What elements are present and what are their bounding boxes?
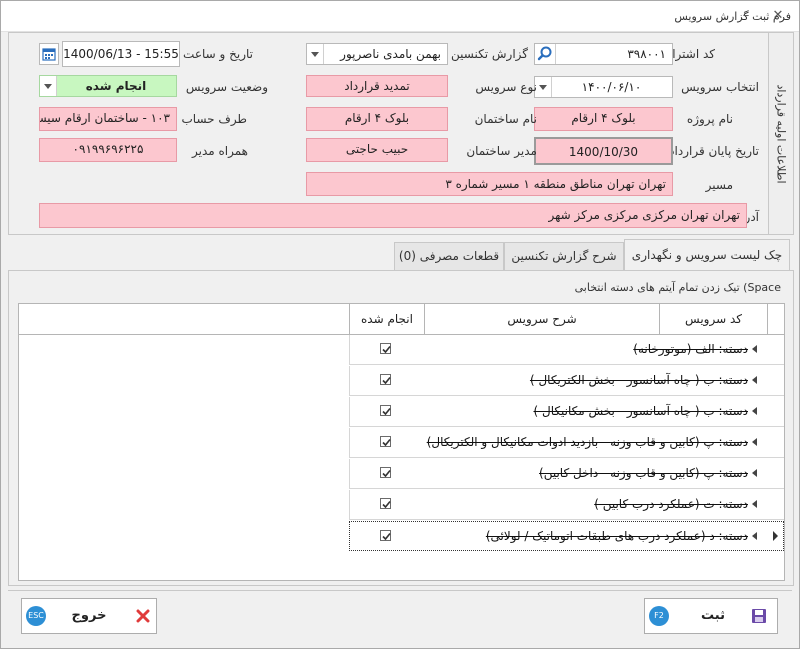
column-service-code[interactable]: کد سرویس bbox=[659, 304, 767, 334]
service-status-label: وضعیت سرویس bbox=[185, 80, 268, 94]
table-row[interactable]: دسته: ت (عملکرد درب کابین ) bbox=[349, 490, 784, 520]
panel-title: اطلاعات اولیه قرارداد bbox=[774, 83, 788, 184]
manager-phone-field[interactable]: ۰۹۱۹۹۶۹۶۲۲۵ bbox=[39, 138, 177, 162]
exit-label: خروج bbox=[71, 608, 107, 623]
building-name-label: نام ساختمان bbox=[474, 112, 537, 126]
tab-technician-description[interactable]: شرح گزارش تکنسین bbox=[504, 242, 624, 270]
calendar-icon[interactable] bbox=[39, 43, 59, 65]
panel-side-tab[interactable]: اطلاعات اولیه قرارداد bbox=[768, 33, 793, 234]
done-checkbox[interactable] bbox=[380, 405, 391, 416]
building-address-field[interactable]: تهران تهران مرکزی مرکزی مرکز شهر bbox=[39, 203, 747, 228]
service-checklist-grid: کد سرویس شرح سرویس انجام شده دسته: الف (… bbox=[18, 303, 785, 581]
chevron-down-icon[interactable] bbox=[307, 44, 324, 64]
done-checkbox[interactable] bbox=[380, 374, 391, 385]
minimize-icon[interactable]: – bbox=[739, 9, 753, 23]
contract-end-field[interactable]: 1400/10/30 bbox=[534, 137, 673, 165]
x-icon bbox=[136, 609, 150, 623]
building-manager-field[interactable]: حبیب حاجتی bbox=[306, 138, 448, 162]
exit-button[interactable]: ESC خروج bbox=[21, 598, 157, 634]
submit-button[interactable]: F2 ثبت bbox=[644, 598, 778, 634]
table-row[interactable]: دسته: ب ( چاه آسانسور - بخش الکتریکال ) bbox=[349, 366, 784, 396]
title-bar: فرم ثبت گزارش سرویس – ✕ bbox=[1, 1, 799, 32]
row-selector-header bbox=[767, 304, 784, 334]
done-checkbox[interactable] bbox=[380, 530, 391, 541]
chevron-down-icon[interactable] bbox=[40, 76, 57, 96]
technician-select[interactable]: بهمن بامدی ناصرپور bbox=[306, 43, 448, 65]
f2-key-badge: F2 bbox=[649, 606, 669, 626]
account-party-field[interactable]: ۱۰۳ - ساختمان ارقام سیستم bbox=[39, 107, 177, 131]
done-checkbox[interactable] bbox=[380, 343, 391, 354]
done-checkbox[interactable] bbox=[380, 436, 391, 447]
esc-key-badge: ESC bbox=[26, 606, 46, 626]
project-name-field[interactable]: بلوک ۴ ارقام bbox=[534, 107, 673, 131]
row-category-text: دسته: ب ( چاه آسانسور - بخش مکانیکال ) bbox=[533, 404, 748, 418]
expand-row-icon[interactable] bbox=[752, 376, 758, 384]
action-bar: F2 ثبت ESC خروج bbox=[8, 590, 792, 643]
service-status-select[interactable]: انجام شده bbox=[39, 75, 177, 97]
tab-bar: چک لیست سرویس و نگهداری شرح گزارش تکنسین… bbox=[8, 239, 792, 271]
route-field[interactable]: تهران تهران مناطق منطقه ۱ مسیر شماره ۳ bbox=[306, 172, 673, 196]
search-icon[interactable] bbox=[535, 44, 556, 64]
table-row[interactable]: دسته: الف (موتورخانه) bbox=[349, 335, 784, 365]
expand-row-icon[interactable] bbox=[752, 500, 758, 508]
service-type-field[interactable]: تمدید قرارداد bbox=[306, 75, 448, 97]
done-checkbox[interactable] bbox=[380, 498, 391, 509]
tab-spare-parts[interactable]: قطعات مصرفی (0) bbox=[394, 242, 504, 270]
contract-end-label: تاریخ پایان قرارداد bbox=[669, 144, 759, 158]
save-icon bbox=[752, 609, 766, 623]
account-party-label: طرف حساب bbox=[181, 112, 247, 126]
datetime-input[interactable]: 1400/06/13 - 15:55 bbox=[62, 41, 180, 67]
expand-row-icon[interactable] bbox=[752, 407, 758, 415]
contract-info-panel: اطلاعات اولیه قرارداد کد اشتراک ۳۹۸۰۰۱ گ… bbox=[8, 32, 794, 235]
project-name-label: نام پروژه bbox=[686, 112, 733, 126]
expand-row-icon[interactable] bbox=[752, 532, 758, 540]
manager-phone-label: همراه مدیر bbox=[191, 144, 248, 158]
row-category-text: دسته: الف (موتورخانه) bbox=[633, 342, 748, 356]
close-icon[interactable]: ✕ bbox=[771, 9, 785, 23]
row-category-text: دسته: د (عملکرد درب های طبقات اتوماتیک /… bbox=[485, 529, 748, 543]
table-row[interactable]: دسته: ب ( چاه آسانسور - بخش مکانیکال ) bbox=[349, 397, 784, 427]
subscription-code-input[interactable]: ۳۹۸۰۰۱ bbox=[534, 43, 673, 65]
column-done[interactable]: انجام شده bbox=[349, 304, 424, 334]
building-name-field[interactable]: بلوک ۴ ارقام bbox=[306, 107, 448, 131]
done-checkbox[interactable] bbox=[380, 467, 391, 478]
route-label: مسیر bbox=[705, 178, 733, 192]
row-category-text: دسته: ت (عملکرد درب کابین ) bbox=[594, 497, 748, 511]
service-selection-select[interactable]: ۱۴۰۰/۰۶/۱۰ bbox=[534, 76, 673, 98]
service-selection-label: انتخاب سرویس bbox=[681, 80, 759, 94]
table-row[interactable]: دسته: پ (کابین و قاب وزنه - بازدید ادوات… bbox=[349, 428, 784, 458]
row-category-text: دسته: ب ( چاه آسانسور - بخش الکتریکال ) bbox=[529, 373, 748, 387]
row-category-text: دسته: پ (کابین و قاب وزنه - بازدید ادوات… bbox=[426, 435, 748, 449]
column-service-description[interactable]: شرح سرویس bbox=[424, 304, 659, 334]
grid-header: کد سرویس شرح سرویس انجام شده bbox=[19, 304, 784, 335]
hint-text: Space) تیک زدن تمام آیتم های دسته انتخاب… bbox=[574, 281, 781, 294]
expand-row-icon[interactable] bbox=[752, 345, 758, 353]
expand-row-icon[interactable] bbox=[752, 438, 758, 446]
submit-label: ثبت bbox=[701, 608, 725, 623]
tab-checklist[interactable]: چک لیست سرویس و نگهداری bbox=[624, 239, 790, 271]
chevron-down-icon[interactable] bbox=[535, 77, 552, 97]
current-row-indicator-icon bbox=[767, 521, 784, 551]
expand-row-icon[interactable] bbox=[752, 469, 758, 477]
table-row[interactable]: دسته: د (عملکرد درب های طبقات اتوماتیک /… bbox=[349, 521, 784, 551]
row-category-text: دسته: پ (کابین و قاب وزنه - داخل کابین) bbox=[539, 466, 748, 480]
checklist-panel: Space) تیک زدن تمام آیتم های دسته انتخاب… bbox=[8, 270, 794, 586]
technician-report-label: گزارش تکنسین bbox=[451, 47, 528, 61]
service-report-window: فرم ثبت گزارش سرویس – ✕ اطلاعات اولیه قر… bbox=[0, 0, 800, 649]
service-type-label: نوع سرویس bbox=[475, 80, 537, 94]
building-manager-label: مدیر ساختمان bbox=[466, 144, 537, 158]
table-row[interactable]: دسته: پ (کابین و قاب وزنه - داخل کابین) bbox=[349, 459, 784, 489]
